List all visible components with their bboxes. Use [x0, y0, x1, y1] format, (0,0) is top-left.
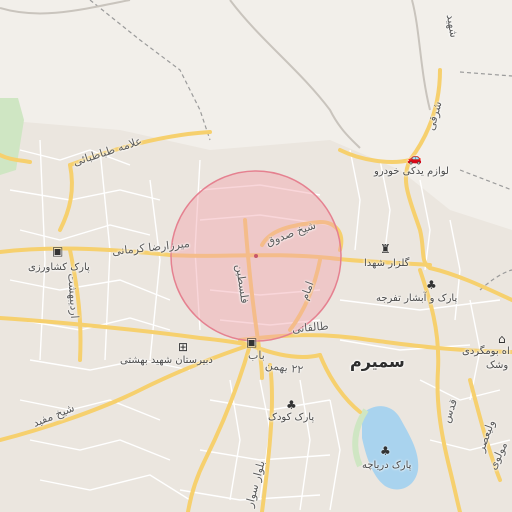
city-label[interactable]: سمیرم [350, 354, 405, 370]
tree-icon[interactable]: ♣ [426, 278, 437, 292]
road-label-ordibehesht: اردیبهشت [65, 272, 82, 320]
bus-icon-2[interactable]: ▣ [246, 335, 257, 349]
poi-label-park-abshar[interactable]: پارک و آبشار تفرجه [376, 293, 457, 305]
poi-label-golzar[interactable]: گلزار شهدا [364, 258, 409, 270]
car-repair-icon[interactable]: 🚗 [407, 151, 422, 165]
poi-label-park-daryache[interactable]: پارک دریاچه [362, 460, 411, 472]
map-base-layer [0, 0, 512, 512]
tree-icon-3[interactable]: ♣ [380, 444, 391, 458]
poi-label-park-koodak[interactable]: پارک کودک [268, 412, 314, 424]
map-canvas[interactable]: علامه طباطبائی میرزارضا کرمانی شیخ صدوق … [0, 0, 512, 512]
poi-label-koushk[interactable]: وشک [486, 360, 508, 372]
tree-icon-2[interactable]: ♣ [286, 398, 297, 412]
poi-label-park-keshavarzi[interactable]: پارک کشاورزی [28, 262, 90, 274]
school-icon[interactable]: ⊞ [178, 340, 188, 354]
monument-icon[interactable]: ♜ [380, 242, 391, 256]
road-label-bab: باب [248, 349, 265, 362]
hotel-icon[interactable]: ⌂ [498, 332, 506, 346]
poi-label-bomgardi[interactable]: اه بومگردی [462, 346, 510, 358]
bus-icon[interactable]: ▣ [52, 244, 63, 258]
poi-label-dabirestan[interactable]: دبیرستان شهید بهشتی [120, 355, 213, 367]
poi-label-lavazem[interactable]: لوازم یدکی خودرو [374, 166, 449, 178]
